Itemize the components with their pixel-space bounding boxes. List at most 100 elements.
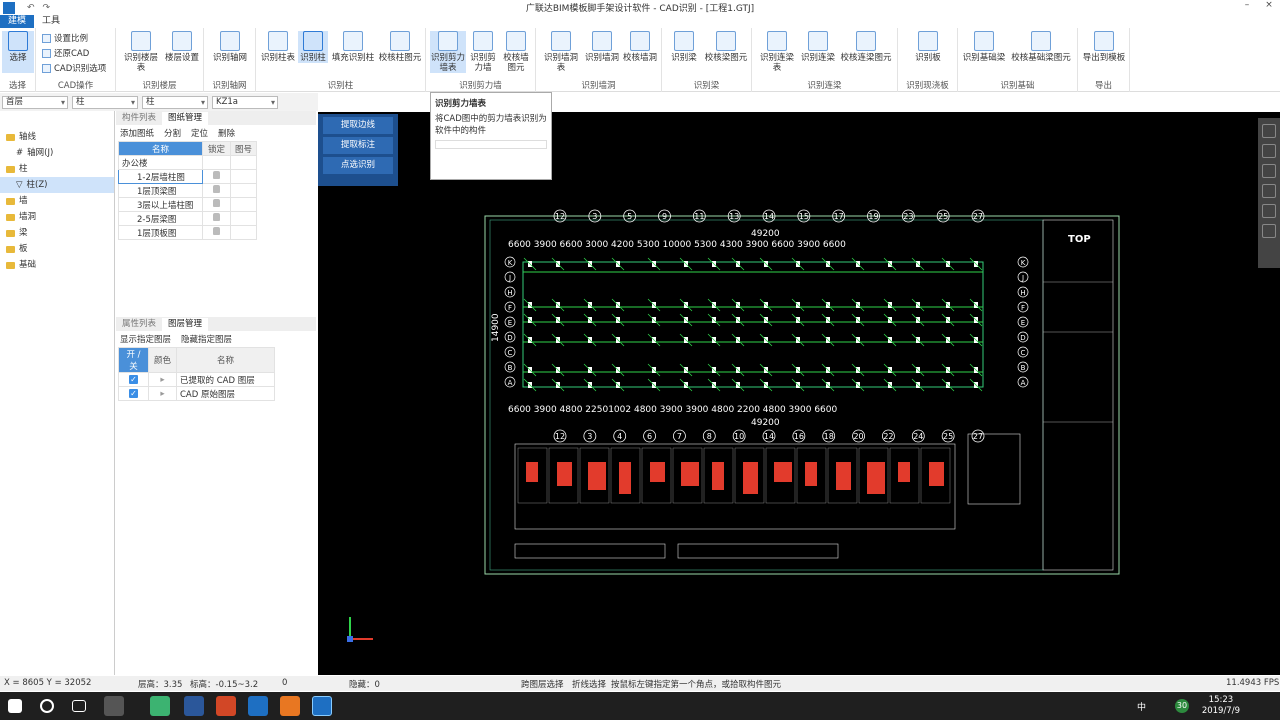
cross-layer-select-button[interactable]: 跨图层选择 (521, 678, 564, 690)
notification-badge[interactable]: 30 (1175, 699, 1189, 713)
grid-view-icon[interactable] (1262, 204, 1276, 218)
recognize-column-table-button[interactable]: 识别柱表 (260, 31, 296, 63)
recognize-wallhole-table-button[interactable]: 识别墙洞表 (540, 31, 582, 73)
lock-icon[interactable] (213, 199, 220, 207)
check-column-button[interactable]: 校核柱图元 (378, 31, 422, 63)
table-row[interactable]: 1层顶板图 (118, 225, 257, 240)
recognize-beam-button[interactable]: 识别梁 (666, 31, 702, 63)
checkbox[interactable]: ✓ (129, 388, 138, 398)
floor-select[interactable]: 首层 (2, 95, 68, 109)
cad-canvas[interactable]: TOP 12 3 5 9 11 13 14 15 17 19 23 25 27 12 3 4 6 7 8 10 14 1… (318, 112, 1280, 675)
recognize-lianliang-table-button[interactable]: 识别连梁表 (756, 31, 798, 73)
settings-icon[interactable] (104, 696, 124, 716)
check-lianliang-button[interactable]: 校核连梁图元 (838, 31, 894, 63)
recognize-shearwall-button[interactable]: 识别剪力墙 (468, 31, 498, 73)
tree-item-beam[interactable]: 梁 (0, 225, 114, 241)
rotate-icon[interactable] (1262, 124, 1276, 138)
tab-tools[interactable]: 工具 (34, 15, 68, 28)
close-button[interactable]: × (1258, 0, 1280, 10)
recognize-wallhole-button[interactable]: 识别墙洞 (584, 31, 620, 63)
hide-layer-option[interactable]: 隐藏指定图层 (181, 333, 232, 345)
table-row[interactable]: 1层顶梁图 (118, 183, 257, 198)
set-scale-button[interactable]: 设置比例 (42, 32, 88, 44)
point-recognize-button[interactable]: 点选识别 (323, 157, 393, 174)
ime-indicator[interactable]: 中 (1137, 700, 1146, 713)
delete-button[interactable]: 删除 (218, 127, 235, 139)
right-axis-label: F (1021, 304, 1025, 312)
refresh-icon[interactable] (1262, 224, 1276, 238)
tree-item-column[interactable]: 柱 (0, 161, 114, 177)
zoom-icon[interactable] (1262, 184, 1276, 198)
tab-component-list[interactable]: 构件列表 (116, 112, 162, 125)
check-wall-button[interactable]: 校核墙图元 (500, 31, 532, 73)
minimize-button[interactable]: – (1236, 0, 1258, 10)
table-row[interactable]: ✓ ▸ CAD 原始图层 (118, 386, 275, 401)
recognize-foundation-beam-button[interactable]: 识别基础梁 (962, 31, 1006, 63)
search-icon[interactable] (40, 699, 54, 713)
elevation: 标高：-0.15~3.2 (190, 680, 259, 690)
tab-drawing-management[interactable]: 图纸管理 (162, 112, 209, 125)
tree-item-foundation[interactable]: 基础 (0, 257, 114, 273)
type-select-1[interactable]: 柱 (72, 95, 138, 109)
checkbox[interactable]: ✓ (129, 374, 138, 384)
powerpoint-icon[interactable] (216, 696, 236, 716)
lock-icon[interactable] (213, 171, 220, 179)
task-view-icon[interactable] (72, 700, 86, 712)
table-row[interactable]: 2-5层梁图 (118, 211, 257, 226)
table-row[interactable]: 1-2层墙柱图 (118, 169, 257, 184)
recognize-slab-button[interactable]: 识别板 (906, 31, 950, 63)
check-foundation-beam-button[interactable]: 校核基础梁图元 (1008, 31, 1074, 63)
tab-modeling[interactable]: 建模 (0, 15, 35, 28)
tree-item-axis[interactable]: 轴线 (0, 129, 114, 145)
orange-app-icon[interactable] (280, 696, 300, 716)
word-icon[interactable] (184, 696, 204, 716)
table-row[interactable]: 3层以上墙柱图 (118, 197, 257, 212)
cad-options-button[interactable]: CAD识别选项 (42, 62, 106, 74)
export-template-button[interactable]: 导出到模板 (1080, 31, 1128, 63)
view-icon[interactable] (1262, 144, 1276, 158)
fps-readout: 11.4943 FPS (1226, 678, 1280, 688)
floor-settings-button[interactable]: 楼层设置 (164, 31, 200, 63)
fill-recognize-column-button[interactable]: 填充识别柱 (330, 31, 376, 63)
wechat-icon[interactable] (150, 696, 170, 716)
tree-item-wallhole[interactable]: 墙洞 (0, 209, 114, 225)
lock-icon[interactable] (213, 185, 220, 193)
undo-icon[interactable]: ↶ (27, 3, 35, 13)
lock-icon[interactable] (213, 227, 220, 235)
select-button[interactable]: 选择 (2, 31, 34, 73)
column-leader (941, 298, 955, 312)
locate-button[interactable]: 定位 (191, 127, 208, 139)
recognize-shearwall-table-button[interactable]: 识别剪力墙表 (430, 31, 466, 73)
type-select-2[interactable]: 柱 (142, 95, 208, 109)
split-button[interactable]: 分割 (164, 127, 181, 139)
show-layer-option[interactable]: 显示指定图层 (120, 333, 171, 345)
tree-item-wall[interactable]: 墙 (0, 193, 114, 209)
tab-layer-management[interactable]: 图层管理 (162, 318, 209, 331)
recognize-lianliang-button[interactable]: 识别连梁 (800, 31, 836, 63)
tree-item-slab[interactable]: 板 (0, 241, 114, 257)
recognize-floor-table-button[interactable]: 识别楼层表 (120, 31, 162, 73)
table-group-row[interactable]: 办公楼 (118, 155, 257, 170)
layer-icon[interactable] (1262, 164, 1276, 178)
extract-label-button[interactable]: 提取标注 (323, 137, 393, 154)
add-drawing-button[interactable]: 添加图纸 (120, 127, 154, 139)
lock-icon[interactable] (213, 213, 220, 221)
tree-item-column-z[interactable]: ▽ 柱(Z) (0, 177, 114, 193)
extract-edge-button[interactable]: 提取边线 (323, 117, 393, 134)
restore-cad-button[interactable]: 还原CAD (42, 47, 89, 59)
tab-properties[interactable]: 属性列表 (116, 318, 162, 331)
redo-icon[interactable]: ↷ (43, 3, 51, 13)
column-leader (707, 378, 721, 392)
tree-item-axisnet[interactable]: # 轴网(J) (0, 145, 114, 161)
recognize-column-button[interactable]: 识别柱 (298, 31, 328, 63)
glodon-app-icon[interactable] (248, 696, 268, 716)
recognize-axis-button[interactable]: 识别轴网 (208, 31, 252, 63)
check-wallhole-button[interactable]: 校核墙洞 (622, 31, 658, 63)
polyline-select-button[interactable]: 折线选择 (572, 678, 606, 690)
active-app-icon[interactable] (312, 696, 332, 716)
component-select[interactable]: KZ1a (212, 95, 278, 109)
start-icon[interactable] (8, 699, 22, 713)
table-row[interactable]: ✓ ▸ 已提取的 CAD 图层 (118, 372, 275, 387)
clock[interactable]: 15:23 2019/7/9 (1202, 695, 1240, 717)
check-beam-button[interactable]: 校核梁图元 (704, 31, 748, 63)
